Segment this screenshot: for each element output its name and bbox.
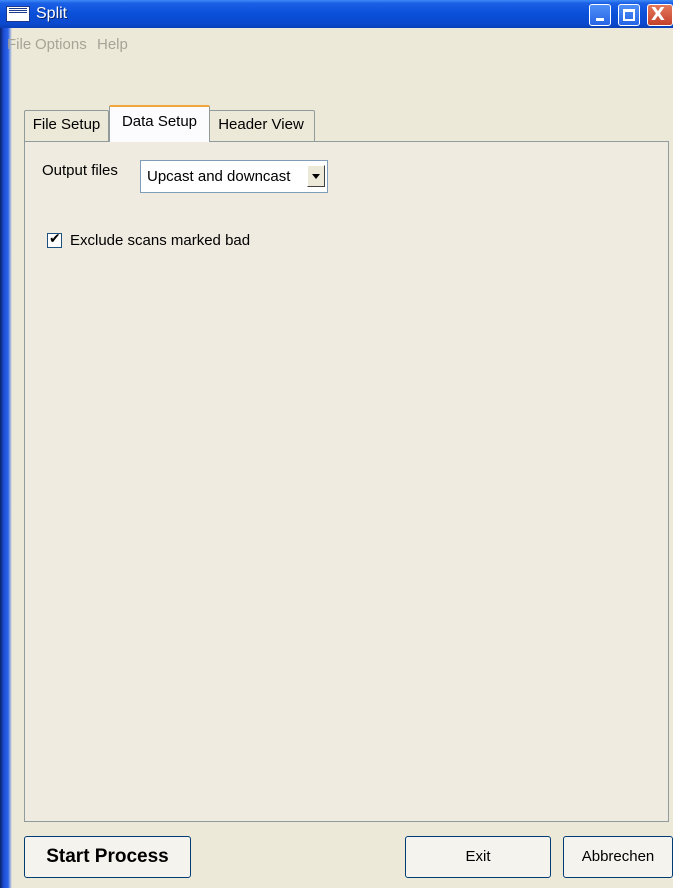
maximize-button[interactable] [618,4,640,26]
close-button[interactable]: X [647,4,673,26]
chevron-down-icon [312,174,320,179]
window-title: Split [36,5,68,22]
menu-help[interactable]: Help [97,36,128,54]
tab-header-view[interactable]: Header View [207,110,315,142]
exclude-bad-checkbox[interactable]: ✔ [47,231,62,248]
app-icon[interactable] [6,6,30,22]
cancel-button[interactable]: Abbrechen [563,836,673,878]
dropdown-button[interactable] [307,165,325,187]
menu-file[interactable]: File [7,36,31,54]
checkmark-icon: ✔ [49,231,61,247]
minimize-icon [596,18,604,21]
exit-button[interactable]: Exit [405,836,551,878]
tab-file-setup[interactable]: File Setup [24,110,109,142]
menu-options[interactable]: Options [35,36,87,54]
title-bar[interactable]: Split X [0,0,673,28]
close-icon: X [651,4,665,25]
start-process-button[interactable]: Start Process [24,836,191,878]
output-files-select[interactable]: Upcast and downcast [140,160,328,193]
minimize-button[interactable] [589,4,611,26]
exclude-bad-label[interactable]: Exclude scans marked bad [70,232,250,249]
output-files-value: Upcast and downcast [147,168,291,185]
tab-data-setup[interactable]: Data Setup [109,105,210,142]
output-files-label: Output files [42,162,118,179]
maximize-icon [623,9,635,21]
split-window: Split X File Options Help File Setup Hea… [0,0,673,888]
